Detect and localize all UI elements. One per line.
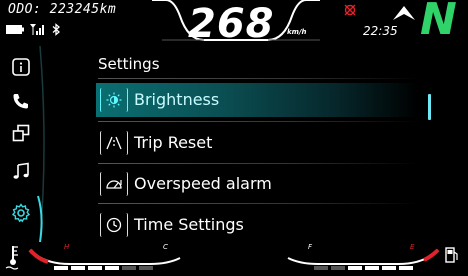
fuel-icon — [445, 247, 458, 263]
speed-unit: km/h — [287, 28, 307, 36]
menu-item-overspeed-alarm[interactable]: Overspeed alarm — [96, 167, 418, 201]
menu-item-brightness[interactable]: Brightness — [96, 83, 418, 117]
divider — [98, 78, 418, 79]
clock-icon — [100, 213, 128, 237]
gear-icon[interactable] — [10, 202, 32, 224]
speed-readout: 268 — [188, 1, 275, 47]
brightness-icon — [100, 88, 128, 112]
warning-icon — [343, 3, 357, 17]
divider — [98, 121, 418, 122]
menu-item-label: Overspeed alarm — [134, 174, 272, 193]
trip-reset-icon — [100, 131, 128, 155]
fuel-full-label: F — [308, 243, 313, 251]
bluetooth-icon — [52, 22, 61, 36]
divider — [98, 203, 418, 204]
temperature-icon — [5, 246, 19, 270]
page-title: Settings — [98, 55, 160, 73]
menu-item-time-settings[interactable]: Time Settings — [96, 208, 418, 242]
music-icon[interactable] — [10, 160, 32, 182]
odometer: ODO: 223245km — [8, 2, 117, 17]
temp-hot-label: H — [64, 243, 70, 251]
menu-item-label: Time Settings — [134, 215, 244, 234]
info-icon[interactable] — [10, 56, 32, 78]
fuel-empty-label: E — [410, 243, 415, 251]
scrollbar[interactable] — [428, 94, 431, 120]
bottom-gauges — [5, 246, 458, 270]
overspeed-icon — [100, 172, 128, 196]
navigation-arrow-icon — [392, 3, 416, 21]
signal-icon — [30, 23, 46, 35]
menu-item-label: Trip Reset — [134, 133, 213, 152]
phone-icon[interactable] — [10, 90, 32, 112]
status-icons — [6, 22, 61, 36]
temp-cold-label: C — [163, 243, 168, 251]
clock: 22:35 — [363, 24, 398, 38]
menu-item-trip-reset[interactable]: Trip Reset — [96, 126, 418, 160]
battery-icon — [6, 24, 24, 34]
menu-item-label: Brightness — [134, 90, 220, 109]
gear-indicator: N — [420, 0, 457, 45]
divider — [98, 163, 418, 164]
mirror-icon[interactable] — [10, 122, 32, 144]
